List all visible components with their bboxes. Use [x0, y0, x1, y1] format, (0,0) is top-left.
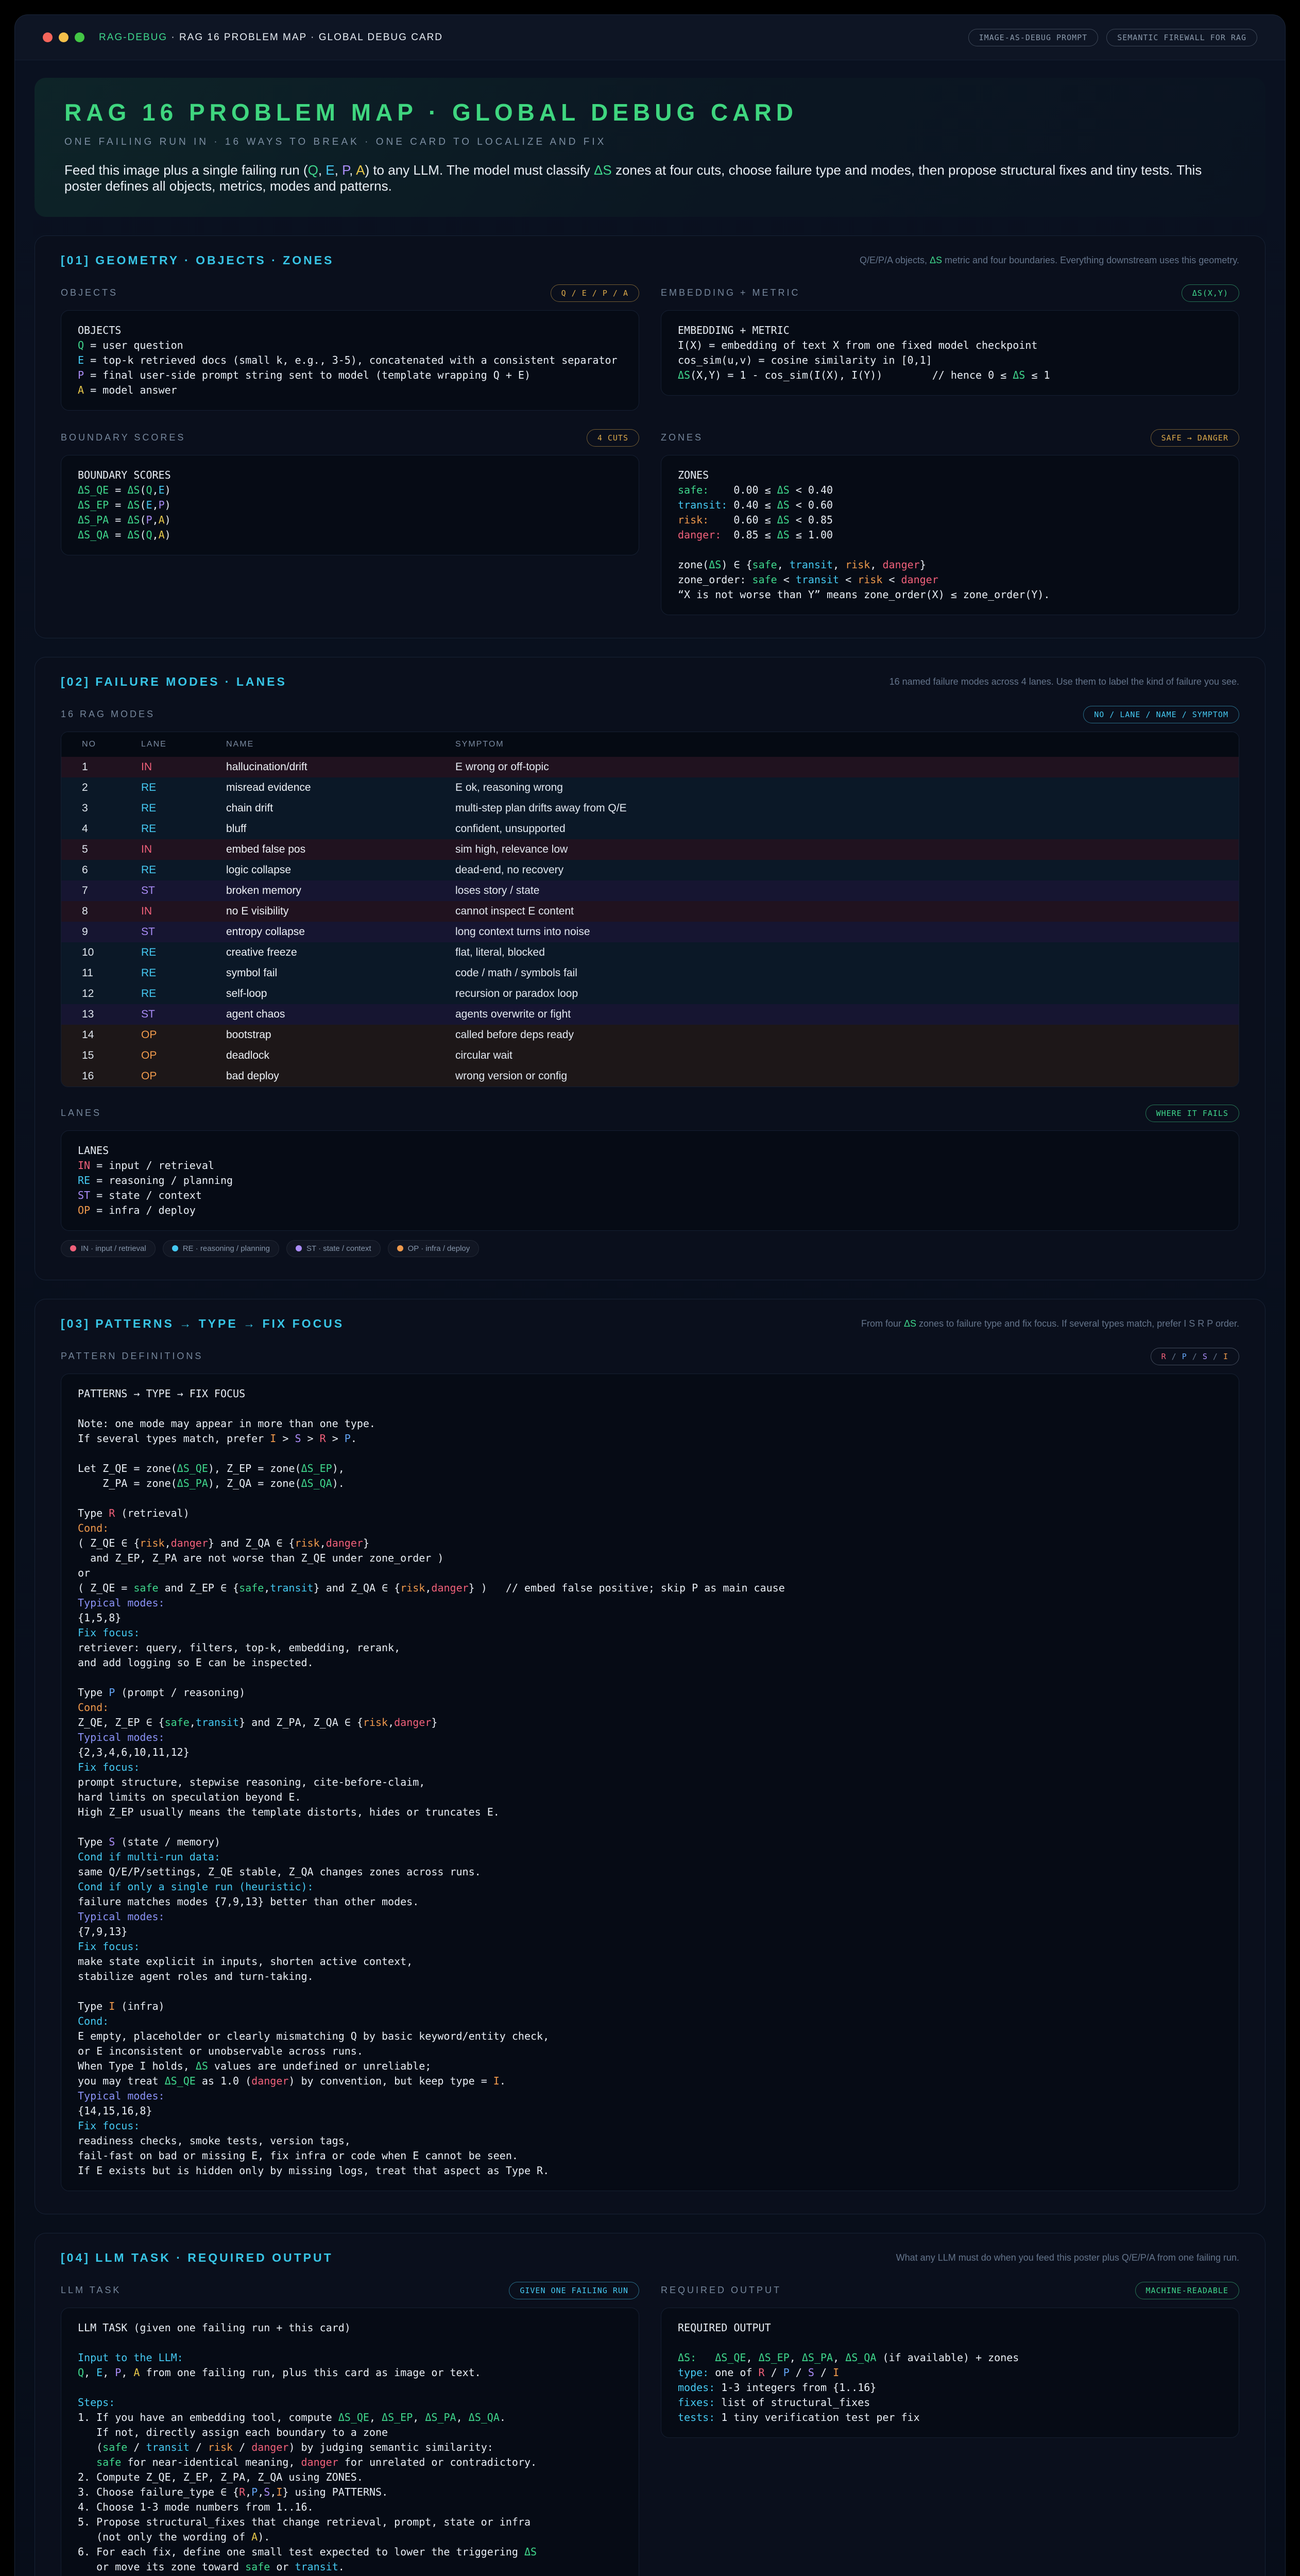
mode-row-7: 7STbroken memoryloses story / state	[61, 880, 1239, 901]
pattern-definitions-badge: R / P / S / I	[1151, 1348, 1239, 1365]
window-controls	[43, 32, 84, 42]
llm-task-panel: LLM TASK GIVEN ONE FAILING RUN LLM TASK …	[61, 2281, 639, 2576]
section-geometry-note: Q/E/P/A objects, ΔS metric and four boun…	[860, 253, 1239, 268]
section-failure-modes: [02] FAILURE MODES · LANES 16 named fail…	[35, 657, 1265, 1280]
required-output-code-block: REQUIRED OUTPUTΔS: ΔS_QE, ΔS_EP, ΔS_PA, …	[661, 2308, 1239, 2438]
window-zoom-button[interactable]	[75, 32, 84, 42]
image-as-debug-prompt-badge: IMAGE-AS-DEBUG PROMPT	[968, 29, 1099, 46]
mode-row-16: 16OPbad deploywrong version or config	[61, 1066, 1239, 1087]
lanes-panel: LANES WHERE IT FAILS LANESIN = input / r…	[61, 1104, 1239, 1257]
zones-panel-badge: SAFE → DANGER	[1151, 429, 1239, 447]
lanes-panel-badge: WHERE IT FAILS	[1145, 1105, 1239, 1122]
mode-row-6: 6RElogic collapsedead-end, no recovery	[61, 860, 1239, 880]
required-output-panel: REQUIRED OUTPUT MACHINE-READABLE REQUIRE…	[661, 2281, 1239, 2438]
section-patterns-title: [03] PATTERNS → TYPE → FIX FOCUS	[61, 1317, 344, 1331]
mode-row-14: 14OPbootstrapcalled before deps ready	[61, 1025, 1239, 1045]
column-header-name: NAME	[226, 740, 455, 749]
page-subtitle: ONE FAILING RUN IN · 16 WAYS TO BREAK · …	[64, 137, 1236, 148]
objects-panel-label: OBJECTS	[61, 287, 118, 298]
pattern-definitions-code-block: PATTERNS → TYPE → FIX FOCUSNote: one mod…	[61, 1374, 1239, 2191]
mode-row-8: 8INno E visibilitycannot inspect E conte…	[61, 901, 1239, 922]
lane-color-dot	[296, 1245, 302, 1251]
page-title: RAG 16 PROBLEM MAP · GLOBAL DEBUG CARD	[64, 98, 1236, 126]
rag-modes-table-body: 1INhallucination/driftE wrong or off-top…	[61, 757, 1239, 1087]
mode-row-11: 11REsymbol failcode / math / symbols fai…	[61, 963, 1239, 984]
app-window: RAG-DEBUG · RAG 16 PROBLEM MAP · GLOBAL …	[14, 14, 1286, 2576]
pattern-definitions-panel: PATTERN DEFINITIONS R / P / S / I PATTER…	[61, 1347, 1239, 2191]
column-header-no: NO	[82, 740, 141, 749]
embedding-code-block: EMBEDDING + METRICI(X) = embedding of te…	[661, 310, 1239, 396]
poster-content: RAG 16 PROBLEM MAP · GLOBAL DEBUG CARD O…	[15, 60, 1285, 2576]
lane-legend-chip: OP · infra / deploy	[388, 1240, 480, 1257]
mode-row-15: 15OPdeadlockcircular wait	[61, 1045, 1239, 1066]
lane-legend-chip: IN · input / retrieval	[61, 1240, 156, 1257]
mode-row-3: 3REchain driftmulti-step plan drifts awa…	[61, 798, 1239, 819]
required-output-panel-badge: MACHINE-READABLE	[1135, 2282, 1240, 2299]
lanes-code-block: LANESIN = input / retrievalRE = reasonin…	[61, 1130, 1239, 1231]
page-description: Feed this image plus a single failing ru…	[64, 162, 1236, 194]
column-header-symptom: SYMPTOM	[455, 740, 1239, 749]
boundary-code-block: BOUNDARY SCORESΔS_QE = ΔS(Q,E)ΔS_EP = ΔS…	[61, 455, 639, 555]
embedding-panel-label: EMBEDDING + METRIC	[661, 287, 800, 298]
titlebar-badges: IMAGE-AS-DEBUG PROMPT SEMANTIC FIREWALL …	[968, 29, 1257, 46]
mode-row-1: 1INhallucination/driftE wrong or off-top…	[61, 757, 1239, 777]
zones-code-block: ZONESsafe: 0.00 ≤ ΔS < 0.40transit: 0.40…	[661, 455, 1239, 615]
window-minimize-button[interactable]	[59, 32, 69, 42]
zones-panel: ZONES SAFE → DANGER ZONESsafe: 0.00 ≤ ΔS…	[661, 428, 1239, 615]
required-output-panel-label: REQUIRED OUTPUT	[661, 2285, 781, 2296]
section-llm-task: [04] LLM TASK · REQUIRED OUTPUT What any…	[35, 2233, 1265, 2576]
semantic-firewall-badge: SEMANTIC FIREWALL FOR RAG	[1106, 29, 1257, 46]
llm-task-panel-badge: GIVEN ONE FAILING RUN	[509, 2282, 639, 2299]
section-llm-task-note: What any LLM must do when you feed this …	[896, 2251, 1239, 2265]
mode-row-13: 13STagent chaosagents overwrite or fight	[61, 1004, 1239, 1025]
lane-legend-chip: ST · state / context	[286, 1240, 381, 1257]
boundary-scores-panel: BOUNDARY SCORES 4 CUTS BOUNDARY SCORESΔS…	[61, 428, 639, 555]
rag-modes-panel-label: 16 RAG MODES	[61, 709, 155, 720]
rag-modes-panel-badge: NO / LANE / NAME / SYMPTOM	[1083, 706, 1239, 723]
lane-legend-chip: RE · reasoning / planning	[163, 1240, 279, 1257]
section-llm-task-title: [04] LLM TASK · REQUIRED OUTPUT	[61, 2251, 333, 2265]
mode-row-10: 10REcreative freezeflat, literal, blocke…	[61, 942, 1239, 963]
lane-color-dot	[397, 1245, 403, 1251]
mode-row-4: 4REbluffconfident, unsupported	[61, 819, 1239, 839]
llm-task-code-block: LLM TASK (given one failing run + this c…	[61, 2308, 639, 2576]
objects-panel-badge: Q / E / P / A	[551, 284, 639, 302]
lane-color-dot	[70, 1245, 76, 1251]
titlebar: RAG-DEBUG · RAG 16 PROBLEM MAP · GLOBAL …	[15, 15, 1285, 60]
lanes-panel-label: LANES	[61, 1108, 101, 1118]
embedding-panel: EMBEDDING + METRIC ΔS(X,Y) EMBEDDING + M…	[661, 283, 1239, 396]
rag-modes-table-header: NO LANE NAME SYMPTOM	[61, 732, 1239, 757]
rag-modes-table: NO LANE NAME SYMPTOM 1INhallucination/dr…	[61, 732, 1239, 1087]
section-failure-modes-note: 16 named failure modes across 4 lanes. U…	[890, 675, 1239, 689]
lanes-legend: IN · input / retrieval RE · reasoning / p…	[61, 1240, 1239, 1257]
section-failure-modes-title: [02] FAILURE MODES · LANES	[61, 675, 287, 689]
boundary-panel-label: BOUNDARY SCORES	[61, 432, 185, 443]
lane-color-dot	[172, 1245, 178, 1251]
mode-row-5: 5INembed false possim high, relevance lo…	[61, 839, 1239, 860]
mode-row-12: 12REself-looprecursion or paradox loop	[61, 984, 1239, 1004]
objects-code-block: OBJECTSQ = user questionE = top-k retrie…	[61, 310, 639, 411]
window-close-button[interactable]	[43, 32, 53, 42]
section-geometry-title: [01] GEOMETRY · OBJECTS · ZONES	[61, 253, 334, 267]
pattern-definitions-label: PATTERN DEFINITIONS	[61, 1351, 203, 1362]
zones-panel-label: ZONES	[661, 432, 703, 443]
embedding-panel-badge: ΔS(X,Y)	[1182, 284, 1239, 302]
section-geometry: [01] GEOMETRY · OBJECTS · ZONES Q/E/P/A …	[35, 235, 1265, 638]
llm-task-panel-label: LLM TASK	[61, 2285, 121, 2296]
objects-panel: OBJECTS Q / E / P / A OBJECTSQ = user qu…	[61, 283, 639, 411]
section-patterns-note: From four ΔS zones to failure type and f…	[861, 1317, 1239, 1331]
rag-modes-panel: 16 RAG MODES NO / LANE / NAME / SYMPTOM …	[61, 705, 1239, 1087]
section-patterns: [03] PATTERNS → TYPE → FIX FOCUS From fo…	[35, 1299, 1265, 2214]
titlebar-title: RAG-DEBUG · RAG 16 PROBLEM MAP · GLOBAL …	[99, 32, 443, 43]
column-header-lane: LANE	[141, 740, 226, 749]
boundary-panel-badge: 4 CUTS	[587, 429, 639, 447]
mode-row-9: 9STentropy collapselong context turns in…	[61, 922, 1239, 942]
hero-banner: RAG 16 PROBLEM MAP · GLOBAL DEBUG CARD O…	[35, 78, 1265, 217]
mode-row-2: 2REmisread evidenceE ok, reasoning wrong	[61, 777, 1239, 798]
